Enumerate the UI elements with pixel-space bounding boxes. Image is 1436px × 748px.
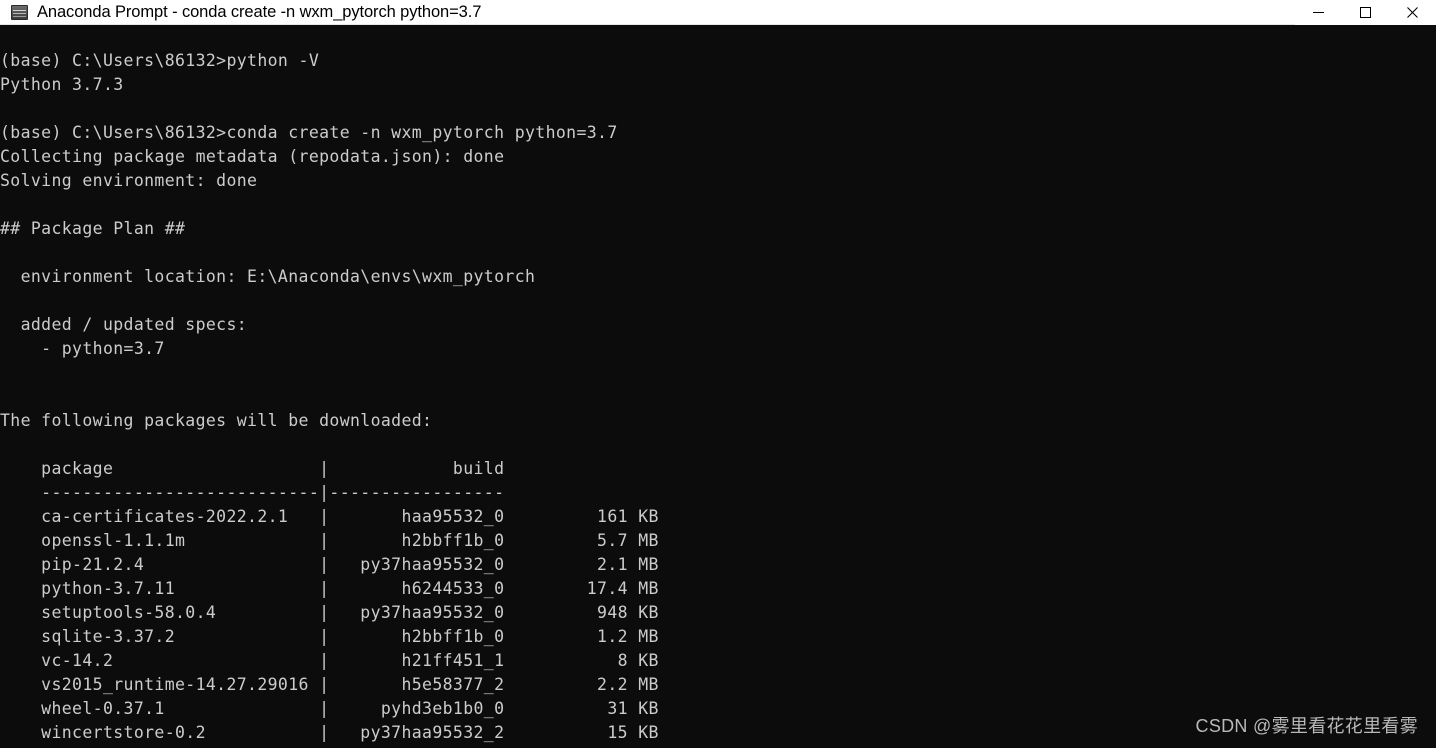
terminal-line: The following packages will be downloade…: [0, 411, 433, 430]
terminal-line: Solving environment: done: [0, 171, 258, 190]
terminal-text: (base) C:\Users\86132>python -V Python 3.…: [0, 25, 659, 745]
terminal-output-area[interactable]: (base) C:\Users\86132>python -V Python 3.…: [0, 25, 1436, 748]
maximize-button[interactable]: [1342, 0, 1389, 25]
terminal-line: (base) C:\Users\86132>conda create -n wx…: [0, 123, 618, 142]
csdn-watermark: CSDN @雾里看花花里看雾: [1195, 716, 1418, 736]
terminal-line: Collecting package metadata (repodata.js…: [0, 147, 505, 166]
terminal-line: wincertstore-0.2 | py37haa95532_2 15 KB: [0, 723, 659, 742]
terminal-line: openssl-1.1.1m | h2bbff1b_0 5.7 MB: [0, 531, 659, 550]
terminal-line: sqlite-3.37.2 | h2bbff1b_0 1.2 MB: [0, 627, 659, 646]
terminal-line: (base) C:\Users\86132>python -V: [0, 51, 320, 70]
terminal-line: environment location: E:\Anaconda\envs\w…: [0, 267, 536, 286]
window-controls: [1295, 0, 1436, 25]
terminal-line: ---------------------------|------------…: [0, 483, 505, 502]
terminal-line: ## Package Plan ##: [0, 219, 186, 238]
terminal-line: added / updated specs:: [0, 315, 248, 334]
terminal-line: vc-14.2 | h21ff451_1 8 KB: [0, 651, 659, 670]
terminal-line: vs2015_runtime-14.27.29016 | h5e58377_2 …: [0, 675, 659, 694]
minimize-button[interactable]: [1295, 0, 1342, 25]
terminal-line: - python=3.7: [0, 339, 165, 358]
terminal-line: wheel-0.37.1 | pyhd3eb1b0_0 31 KB: [0, 699, 659, 718]
terminal-line: ca-certificates-2022.2.1 | haa95532_0 16…: [0, 507, 659, 526]
console-window-icon: [11, 4, 28, 20]
terminal-line: setuptools-58.0.4 | py37haa95532_0 948 K…: [0, 603, 659, 622]
terminal-line: python-3.7.11 | h6244533_0 17.4 MB: [0, 579, 659, 598]
terminal-line: package | build: [0, 459, 505, 478]
close-button[interactable]: [1389, 0, 1436, 25]
terminal-line: pip-21.2.4 | py37haa95532_0 2.1 MB: [0, 555, 659, 574]
window-title: Anaconda Prompt - conda create -n wxm_py…: [37, 2, 482, 21]
terminal-line: Python 3.7.3: [0, 75, 124, 94]
window-titlebar[interactable]: Anaconda Prompt - conda create -n wxm_py…: [0, 0, 1436, 25]
